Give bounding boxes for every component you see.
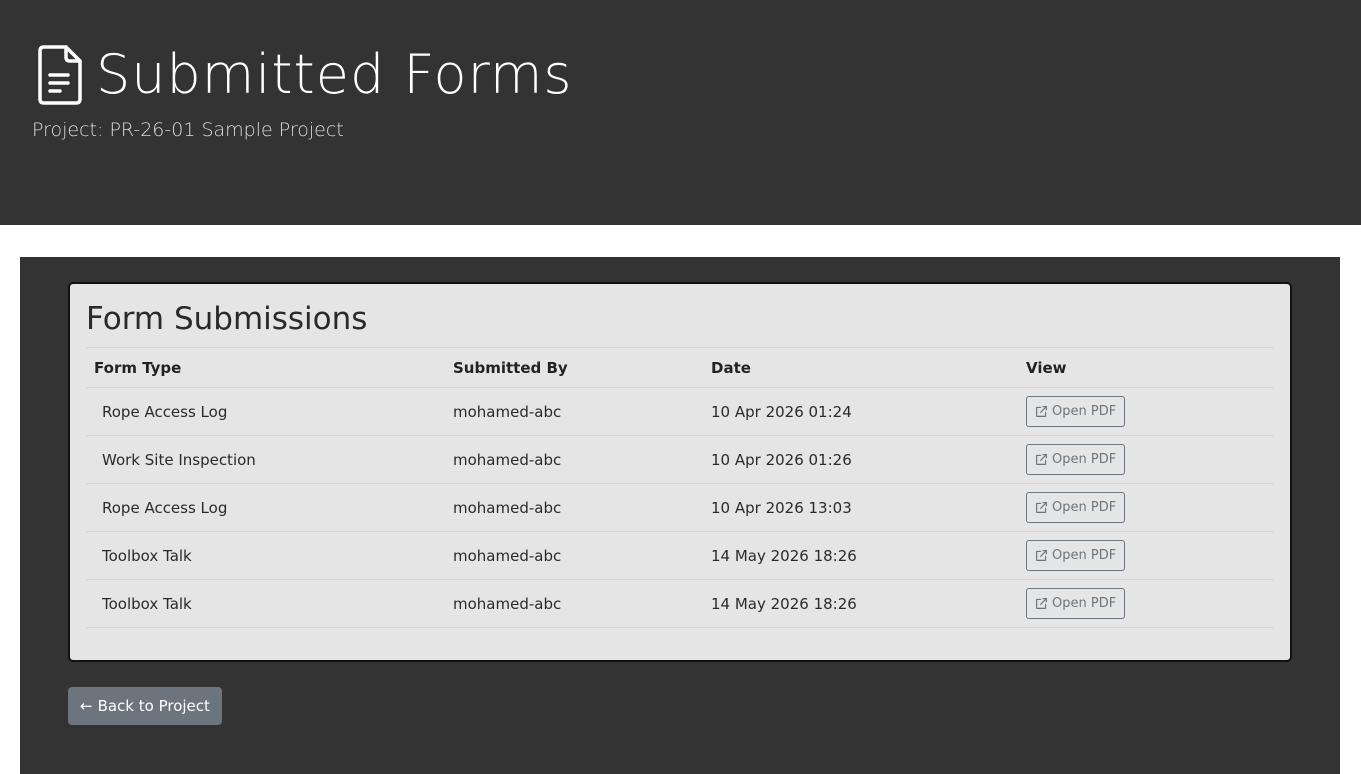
open-pdf-button[interactable]: Open PDF: [1026, 492, 1126, 523]
open-pdf-button[interactable]: Open PDF: [1026, 588, 1126, 619]
date-cell: 14 May 2026 18:26: [711, 594, 857, 613]
open-pdf-button[interactable]: Open PDF: [1026, 444, 1126, 475]
back-to-project-button[interactable]: ← Back to Project: [68, 687, 222, 725]
view-cell: Open PDF: [1026, 588, 1274, 619]
table-row: Work Site Inspection mohamed-abc 10 Apr …: [86, 436, 1274, 484]
open-pdf-label: Open PDF: [1052, 452, 1117, 467]
file-text-icon: [36, 43, 84, 107]
table-header-row: Form Type Submitted By Date View: [86, 347, 1274, 388]
date-cell: 10 Apr 2026 01:24: [711, 402, 852, 421]
column-header-view: View: [1026, 358, 1067, 377]
view-cell: Open PDF: [1026, 396, 1274, 427]
external-link-icon: [1035, 549, 1048, 562]
submitted-by-cell: mohamed-abc: [453, 594, 562, 613]
project-subtitle: Project: PR-26-01 Sample Project: [32, 119, 344, 141]
open-pdf-label: Open PDF: [1052, 548, 1117, 563]
column-header-date: Date: [711, 358, 751, 377]
view-cell: Open PDF: [1026, 540, 1274, 571]
external-link-icon: [1035, 501, 1048, 514]
open-pdf-label: Open PDF: [1052, 404, 1117, 419]
form-type-cell: Rope Access Log: [102, 498, 228, 517]
main-panel: Form Submissions Form Type Submitted By …: [20, 257, 1340, 774]
form-type-cell: Work Site Inspection: [102, 450, 256, 469]
open-pdf-label: Open PDF: [1052, 596, 1117, 611]
table-row: Rope Access Log mohamed-abc 10 Apr 2026 …: [86, 484, 1274, 532]
open-pdf-button[interactable]: Open PDF: [1026, 540, 1126, 571]
external-link-icon: [1035, 405, 1048, 418]
column-header-submitted-by: Submitted By: [453, 358, 568, 377]
back-to-project-label: Back to Project: [97, 697, 210, 715]
card-title: Form Submissions: [86, 301, 368, 337]
open-pdf-button[interactable]: Open PDF: [1026, 396, 1126, 427]
column-header-form-type: Form Type: [94, 358, 182, 377]
date-cell: 10 Apr 2026 13:03: [711, 498, 852, 517]
external-link-icon: [1035, 597, 1048, 610]
external-link-icon: [1035, 453, 1048, 466]
page-header: Submitted Forms Project: PR-26-01 Sample…: [0, 0, 1361, 225]
submissions-card: Form Submissions Form Type Submitted By …: [68, 282, 1292, 662]
form-type-cell: Toolbox Talk: [102, 546, 192, 565]
table-row: Toolbox Talk mohamed-abc 14 May 2026 18:…: [86, 580, 1274, 628]
submitted-by-cell: mohamed-abc: [453, 546, 562, 565]
view-cell: Open PDF: [1026, 444, 1274, 475]
table-row: Rope Access Log mohamed-abc 10 Apr 2026 …: [86, 388, 1274, 436]
submitted-by-cell: mohamed-abc: [453, 498, 562, 517]
date-cell: 14 May 2026 18:26: [711, 546, 857, 565]
table-row: Toolbox Talk mohamed-abc 14 May 2026 18:…: [86, 532, 1274, 580]
submitted-by-cell: mohamed-abc: [453, 402, 562, 421]
submitted-by-cell: mohamed-abc: [453, 450, 562, 469]
title-row: Submitted Forms: [36, 42, 573, 108]
form-type-cell: Rope Access Log: [102, 402, 228, 421]
open-pdf-label: Open PDF: [1052, 500, 1117, 515]
date-cell: 10 Apr 2026 01:26: [711, 450, 852, 469]
table-body: Rope Access Log mohamed-abc 10 Apr 2026 …: [86, 388, 1274, 628]
page-title: Submitted Forms: [96, 43, 573, 106]
view-cell: Open PDF: [1026, 492, 1274, 523]
arrow-left-icon: ←: [80, 697, 93, 715]
submissions-table: Form Type Submitted By Date View Rope Ac…: [86, 347, 1274, 628]
form-type-cell: Toolbox Talk: [102, 594, 192, 613]
